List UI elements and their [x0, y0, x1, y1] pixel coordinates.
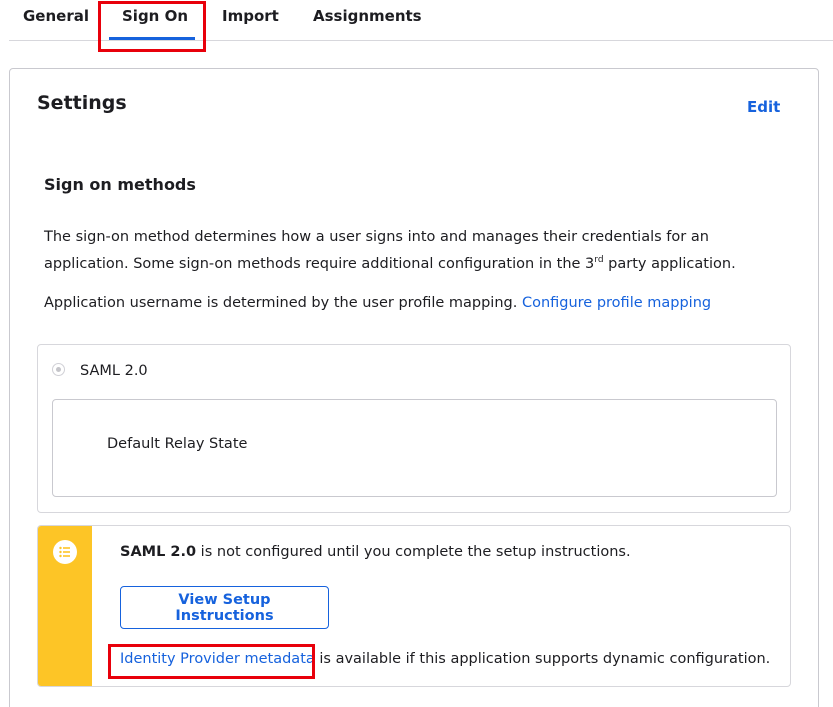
- callout-message-text: is not configured until you complete the…: [196, 544, 631, 560]
- settings-title: Settings: [37, 92, 127, 114]
- sign-on-methods-title: Sign on methods: [44, 175, 196, 194]
- view-setup-instructions-button[interactable]: View Setup Instructions: [120, 586, 329, 629]
- edit-button[interactable]: Edit: [747, 98, 780, 116]
- sign-on-description-end: party application.: [603, 256, 736, 272]
- app-sign-on-page: General Sign On Import Assignments Setti…: [0, 0, 833, 707]
- tab-general[interactable]: General: [23, 7, 89, 25]
- profile-mapping-text: Application username is determined by th…: [44, 295, 522, 311]
- sign-on-description: The sign-on method determines how a user…: [44, 224, 744, 278]
- tab-import[interactable]: Import: [222, 7, 279, 25]
- callout-message: SAML 2.0 is not configured until you com…: [120, 544, 631, 560]
- ordinal-suffix: rd: [594, 255, 604, 266]
- default-relay-state-label: Default Relay State: [107, 436, 248, 452]
- profile-mapping-line: Application username is determined by th…: [44, 290, 744, 317]
- sign-on-tab-highlight: [98, 1, 206, 52]
- metadata-text: is available if this application support…: [314, 651, 771, 667]
- tab-assignments[interactable]: Assignments: [313, 7, 422, 25]
- saml-method-label: SAML 2.0: [80, 363, 148, 379]
- configure-profile-mapping-link[interactable]: Configure profile mapping: [522, 295, 711, 311]
- list-icon: [53, 540, 77, 564]
- metadata-link-highlight: [108, 644, 315, 679]
- callout-method-name: SAML 2.0: [120, 544, 197, 560]
- saml-radio[interactable]: [52, 363, 65, 376]
